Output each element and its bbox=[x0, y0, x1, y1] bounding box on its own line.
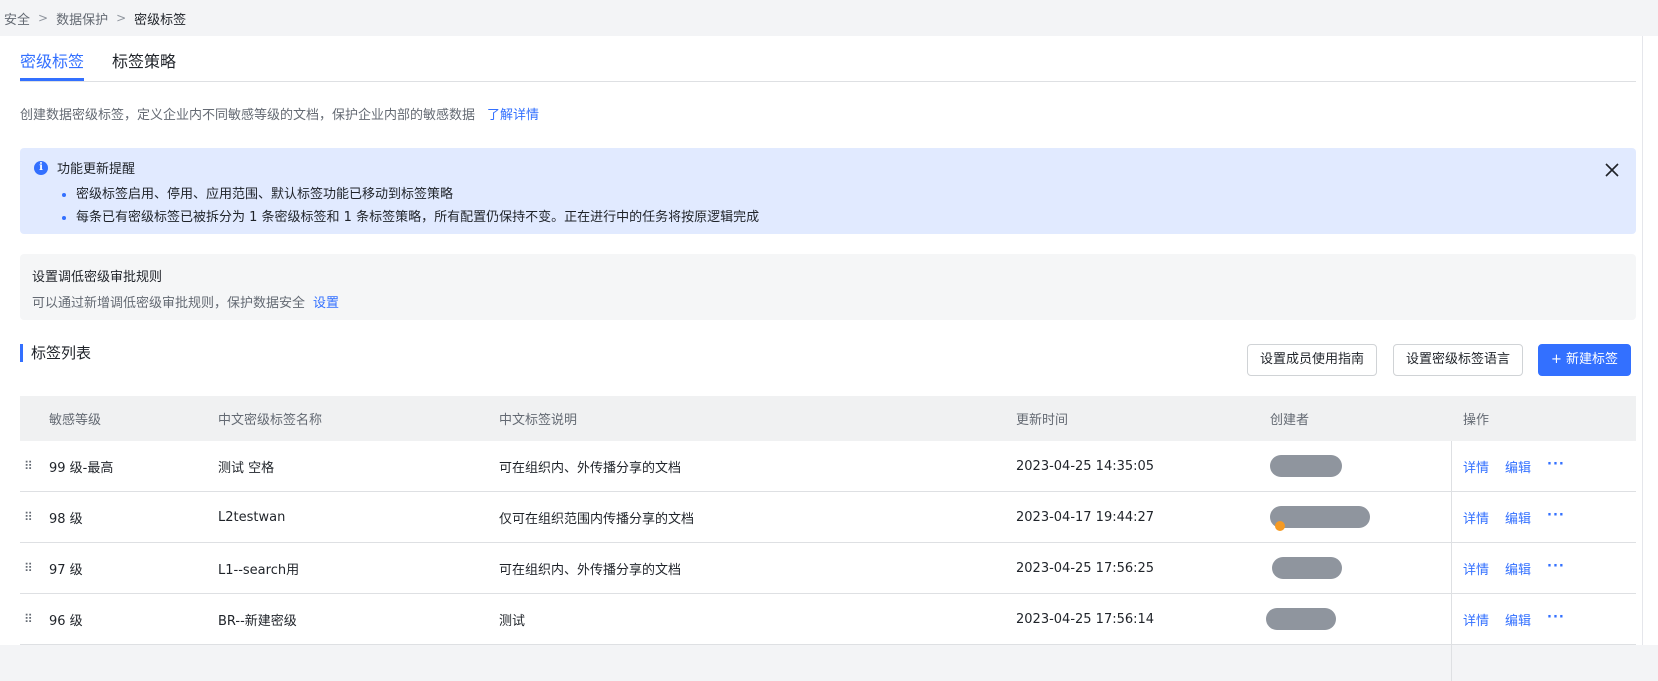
row-name: 测试 空格 bbox=[218, 460, 275, 476]
row-time: 2023-04-25 17:56:25 bbox=[1016, 560, 1155, 576]
new-label-button-text: 新建标签 bbox=[1566, 352, 1619, 367]
notice-item: 密级标签启用、停用、应用范围、默认标签功能已移动到标签策略 bbox=[76, 183, 1622, 202]
column-header-ops: 操作 bbox=[1463, 413, 1490, 428]
page-description: 创建数据密级标签，定义企业内不同敏感等级的文档，保护企业内部的敏感数据 了解详情 bbox=[20, 104, 539, 123]
row-name: L1--search用 bbox=[218, 562, 300, 578]
row-time: 2023-04-25 14:35:05 bbox=[1016, 458, 1155, 474]
column-header-desc: 中文标签说明 bbox=[499, 413, 578, 428]
approval-settings-link[interactable]: 设置 bbox=[313, 296, 339, 311]
row-level: 96 级 bbox=[49, 613, 83, 629]
breadcrumb: 安全 > 数据保护 > 密级标签 bbox=[0, 0, 1658, 36]
plus-icon: + bbox=[1551, 352, 1562, 367]
edit-link[interactable]: 编辑 bbox=[1505, 559, 1531, 578]
edit-link[interactable]: 编辑 bbox=[1505, 610, 1531, 629]
learn-more-link[interactable]: 了解详情 bbox=[487, 108, 539, 123]
table-row: ⠿ 98 级 L2testwan 仅可在组织范围内传播分享的文档 2023-04… bbox=[20, 492, 1636, 543]
more-icon[interactable]: ··· bbox=[1547, 559, 1565, 578]
chevron-right-icon: > bbox=[38, 11, 49, 25]
detail-link[interactable]: 详情 bbox=[1463, 559, 1489, 578]
creator-avatar-redacted bbox=[1270, 506, 1370, 531]
notice-list: 密级标签启用、停用、应用范围、默认标签功能已移动到标签策略 每条已有密级标签已被… bbox=[34, 183, 1622, 225]
creator-avatar-redacted bbox=[1272, 557, 1342, 579]
more-icon[interactable]: ··· bbox=[1547, 610, 1565, 629]
tab-bar: 密级标签 标签策略 bbox=[20, 36, 1636, 82]
row-time: 2023-04-25 17:56:14 bbox=[1016, 611, 1155, 627]
scrollbar-thumb[interactable] bbox=[1642, 36, 1651, 645]
creator-avatar-redacted bbox=[1270, 455, 1342, 477]
row-desc: 可在组织内、外传播分享的文档 bbox=[499, 562, 682, 578]
tab-classification-labels[interactable]: 密级标签 bbox=[20, 36, 85, 81]
row-time: 2023-04-17 19:44:27 bbox=[1016, 509, 1155, 525]
approval-rule-card: 设置调低密级审批规则 可以通过新增调低密级审批规则，保护数据安全 设置 bbox=[20, 254, 1636, 320]
table-row: ⠿ 99 级-最高 测试 空格 可在组织内、外传播分享的文档 2023-04-2… bbox=[20, 441, 1636, 492]
notice-item: 每条已有密级标签已被拆分为 1 条密级标签和 1 条标签策略，所有配置仍保持不变… bbox=[76, 206, 1622, 225]
creator-avatar-redacted bbox=[1266, 608, 1336, 630]
label-language-button[interactable]: 设置密级标签语言 bbox=[1393, 344, 1524, 376]
breadcrumb-item-data-protection[interactable]: 数据保护 bbox=[56, 9, 108, 28]
detail-link[interactable]: 详情 bbox=[1463, 457, 1489, 476]
approval-title: 设置调低密级审批规则 bbox=[32, 270, 163, 285]
close-icon[interactable] bbox=[1604, 162, 1620, 178]
row-name: BR--新建密级 bbox=[218, 613, 297, 629]
row-desc: 可在组织内、外传播分享的文档 bbox=[499, 460, 682, 476]
edit-link[interactable]: 编辑 bbox=[1505, 508, 1531, 527]
new-label-button[interactable]: + 新建标签 bbox=[1538, 344, 1632, 376]
breadcrumb-item-security[interactable]: 安全 bbox=[4, 9, 30, 28]
notice-title: 功能更新提醒 bbox=[57, 162, 136, 177]
drag-handle-icon[interactable]: ⠿ bbox=[24, 459, 33, 473]
chevron-right-icon: > bbox=[116, 11, 127, 25]
row-desc: 仅可在组织范围内传播分享的文档 bbox=[499, 511, 695, 527]
column-header-creator: 创建者 bbox=[1270, 413, 1310, 428]
main-panel: 密级标签 标签策略 创建数据密级标签，定义企业内不同敏感等级的文档，保护企业内部… bbox=[0, 36, 1636, 681]
drag-handle-icon[interactable]: ⠿ bbox=[24, 561, 33, 575]
table-row: ⠿ 96 级 BR--新建密级 测试 2023-04-25 17:56:14 详… bbox=[20, 594, 1636, 645]
detail-link[interactable]: 详情 bbox=[1463, 508, 1489, 527]
breadcrumb-item-current: 密级标签 bbox=[134, 12, 187, 28]
column-header-level: 敏感等级 bbox=[49, 413, 102, 428]
drag-handle-icon[interactable]: ⠿ bbox=[24, 612, 33, 626]
more-icon[interactable]: ··· bbox=[1547, 508, 1565, 527]
scrollbar[interactable] bbox=[1636, 36, 1658, 645]
description-text: 创建数据密级标签，定义企业内不同敏感等级的文档，保护企业内部的敏感数据 bbox=[20, 108, 476, 123]
column-header-name: 中文密级标签名称 bbox=[218, 413, 323, 428]
row-level: 97 级 bbox=[49, 562, 83, 578]
approval-text: 可以通过新增调低密级审批规则，保护数据安全 bbox=[32, 296, 306, 311]
more-icon[interactable]: ··· bbox=[1547, 457, 1565, 476]
table-header: 敏感等级 中文密级标签名称 中文标签说明 更新时间 创建者 操作 bbox=[20, 396, 1636, 441]
detail-link[interactable]: 详情 bbox=[1463, 610, 1489, 629]
row-level: 98 级 bbox=[49, 511, 83, 527]
row-name: L2testwan bbox=[218, 509, 286, 525]
table-row: ⠿ 97 级 L1--search用 可在组织内、外传播分享的文档 2023-0… bbox=[20, 543, 1636, 594]
update-notice: i 功能更新提醒 密级标签启用、停用、应用范围、默认标签功能已移动到标签策略 每… bbox=[20, 148, 1636, 234]
tab-label-policy[interactable]: 标签策略 bbox=[112, 36, 176, 81]
edit-link[interactable]: 编辑 bbox=[1505, 457, 1531, 476]
drag-handle-icon[interactable]: ⠿ bbox=[24, 510, 33, 524]
label-table: 敏感等级 中文密级标签名称 中文标签说明 更新时间 创建者 操作 ⠿ 99 级-… bbox=[20, 396, 1636, 681]
label-list-title: 标签列表 bbox=[20, 344, 91, 362]
row-level: 99 级-最高 bbox=[49, 460, 114, 476]
member-guide-button[interactable]: 设置成员使用指南 bbox=[1247, 344, 1378, 376]
column-header-time: 更新时间 bbox=[1016, 413, 1069, 428]
info-icon: i bbox=[34, 160, 48, 175]
row-desc: 测试 bbox=[499, 613, 526, 629]
